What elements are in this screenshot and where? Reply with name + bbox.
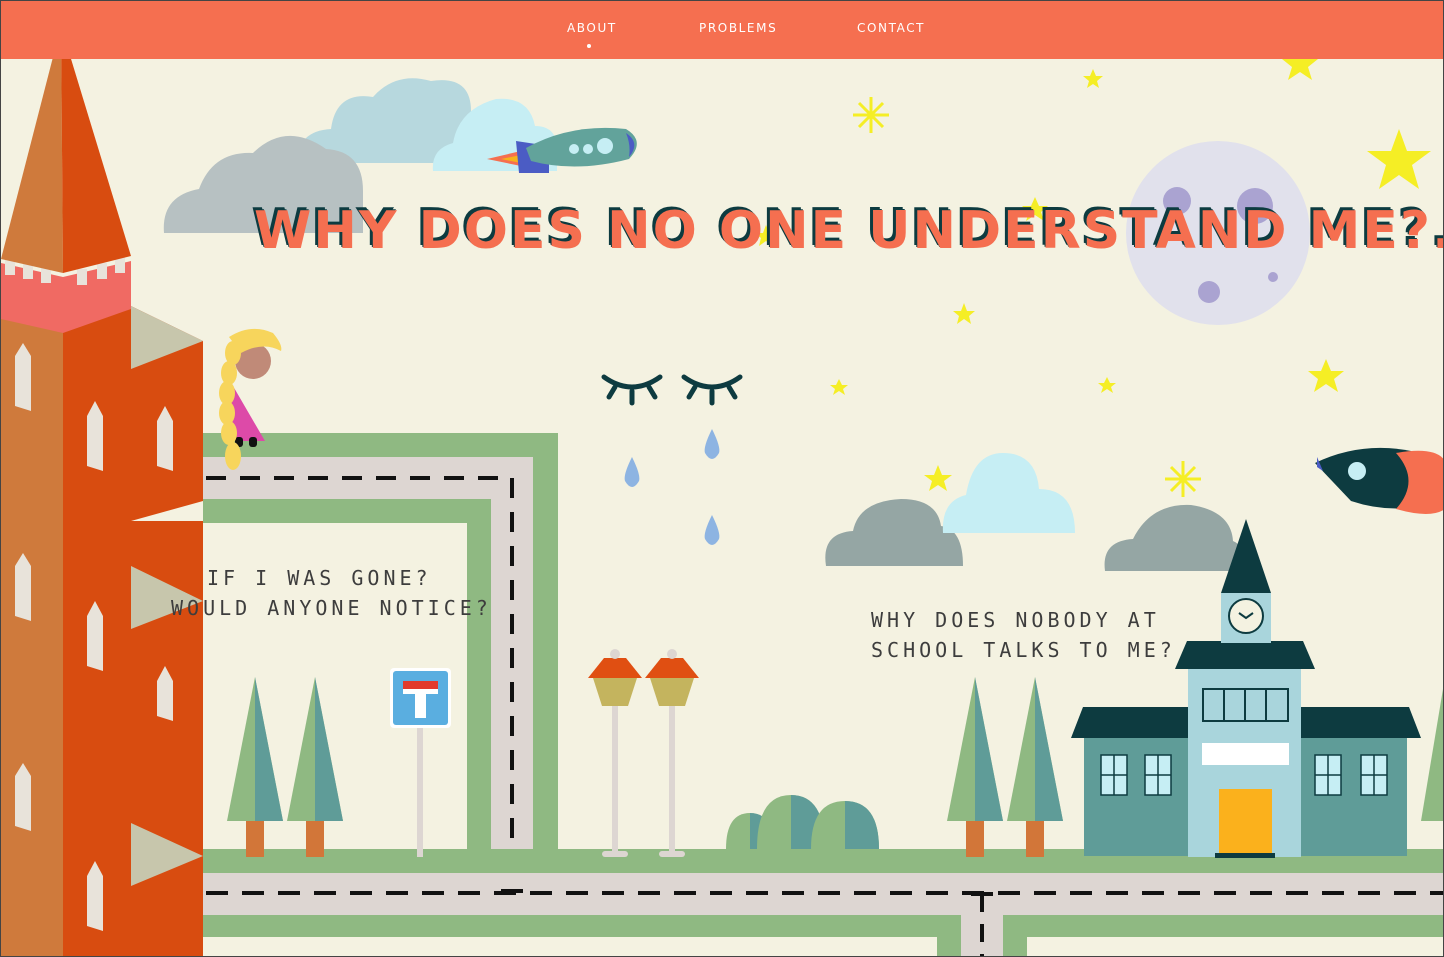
closed-eyes-icon [601,374,743,406]
nav-about-link[interactable]: ABOUT [567,21,617,35]
dead-end-sign-icon [390,668,451,857]
tower-quote-line1: IF I WAS GONE? [207,566,432,590]
rocket-icon [1315,447,1443,514]
castle-tower-icon [1,26,203,956]
tree-icon [227,677,283,857]
star-icon [755,46,1431,491]
nav-contact-link[interactable]: CONTACT [857,21,925,35]
tower-quote-line2: WOULD ANYONE NOTICE? [171,596,492,620]
tree-icon [947,677,1003,857]
scene-illustration [1,26,1443,956]
street-lamp-icon [645,649,699,857]
active-indicator-dot [587,44,591,48]
school-quote-line2: SCHOOL TALKS TO ME? [871,638,1176,662]
tree-icon [287,677,343,857]
page-headline: WHY DOES NO ONE UNDERSTAND ME?... [254,201,1444,261]
page-frame: ABOUT PROBLEMS CONTACT WHY DOES NO ONE U… [0,0,1444,957]
street-lamp-icon [588,649,642,857]
nav-problems-link[interactable]: PROBLEMS [699,21,777,35]
school-quote-line1: WHY DOES NOBODY AT [871,608,1160,632]
tree-icon [1007,677,1063,857]
road [961,873,1003,956]
bush-icon [726,795,879,849]
tree-icon [1421,689,1443,821]
top-navigation: ABOUT PROBLEMS CONTACT [1,1,1443,59]
teardrop-icon [624,429,720,545]
star-icon [853,97,1201,497]
